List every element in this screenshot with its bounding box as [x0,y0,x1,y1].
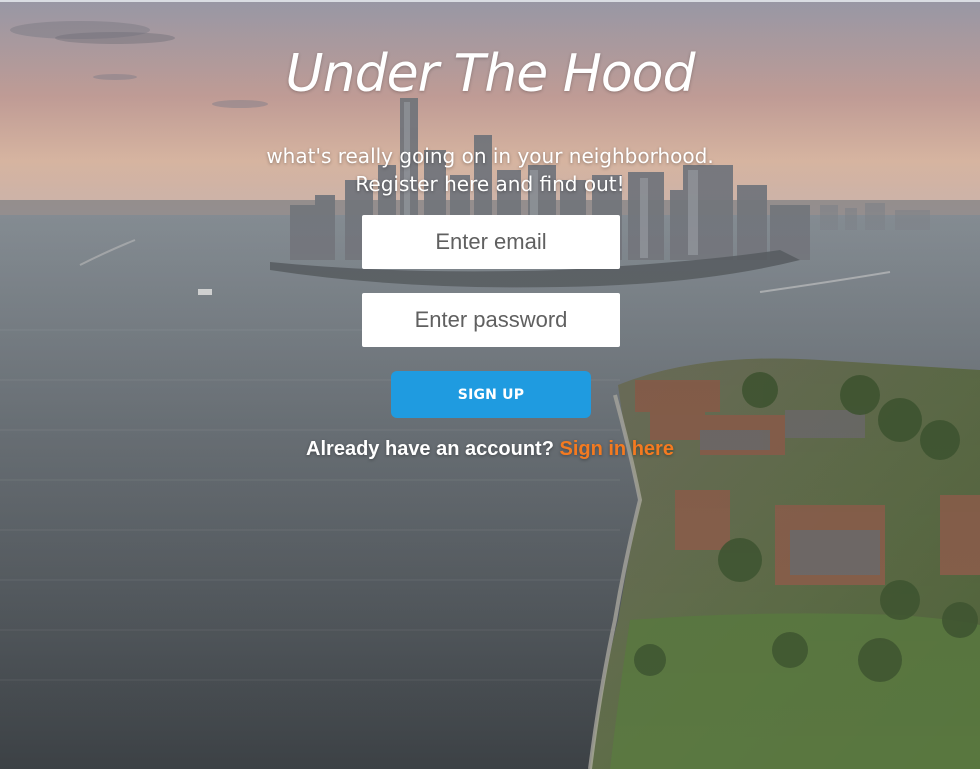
email-field[interactable] [362,215,620,269]
tagline-line-2: Register here and find out! [355,172,625,196]
sign-up-button[interactable]: SIGN UP [391,371,591,418]
sign-in-prompt-text: Already have an account? [306,438,554,460]
signup-hero: Under The Hood what's really going on in… [0,0,980,769]
password-field[interactable] [362,293,620,347]
page-title: Under The Hood [285,44,696,104]
sign-in-link[interactable]: Sign in here [559,438,673,460]
tagline-line-1: what's really going on in your neighborh… [266,144,714,168]
sign-in-prompt-row: Already have an account? Sign in here [0,438,980,461]
